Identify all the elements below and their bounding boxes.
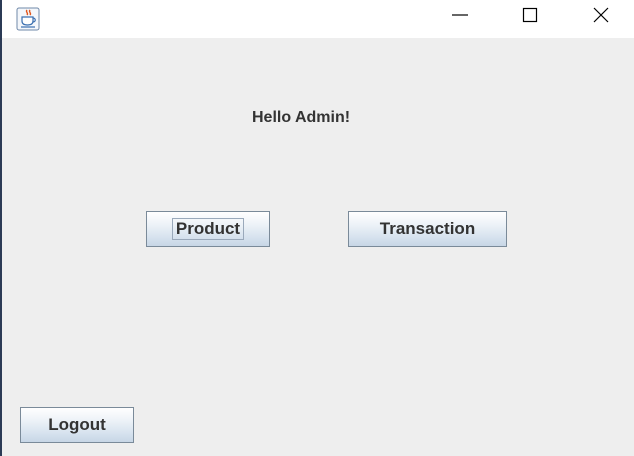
logout-button-label: Logout xyxy=(48,415,106,434)
close-icon xyxy=(592,6,610,29)
minimize-button[interactable] xyxy=(437,0,483,34)
java-coffee-cup-icon[interactable] xyxy=(16,7,40,31)
content-panel xyxy=(2,38,634,456)
product-button[interactable]: Product xyxy=(146,211,270,247)
maximize-icon xyxy=(521,6,539,29)
transaction-button[interactable]: Transaction xyxy=(348,211,507,247)
maximize-button[interactable] xyxy=(507,0,553,34)
close-button[interactable] xyxy=(578,0,624,34)
greeting-label: Hello Admin! xyxy=(252,109,351,126)
app-window: Hello Admin! Product Transaction Logout xyxy=(0,0,634,456)
minimize-icon xyxy=(451,6,469,29)
product-button-label: Product xyxy=(175,219,241,238)
transaction-button-label: Transaction xyxy=(379,219,476,238)
logout-button[interactable]: Logout xyxy=(20,407,134,443)
title-bar[interactable] xyxy=(2,0,634,38)
